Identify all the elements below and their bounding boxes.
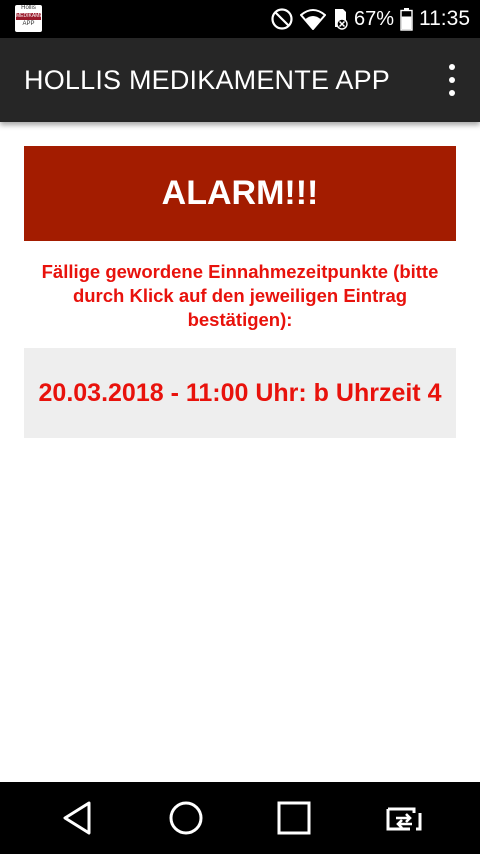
status-icons: 67% 11:35 [270, 0, 470, 38]
alarm-instruction: Fällige gewordene Einnahmezeitpunkte (bi… [41, 261, 439, 330]
app-notification-icon: Hollis MEDIKAMENTE APP [15, 5, 42, 32]
do-not-disturb-icon [271, 8, 293, 30]
wifi-icon [299, 9, 326, 30]
overflow-dot-icon [449, 90, 455, 96]
back-button[interactable] [57, 798, 97, 838]
app-icon-line-1: Hollis [21, 5, 36, 11]
battery-percent: 67% [353, 7, 394, 30]
home-icon [169, 801, 203, 835]
battery-icon [400, 8, 413, 31]
screen-switch-button[interactable] [384, 798, 424, 838]
status-clock: 11:35 [419, 7, 470, 30]
screen-switch-icon [386, 807, 422, 831]
back-icon [63, 801, 91, 835]
app-toolbar: HOLLIS MEDIKAMENTE APP [0, 38, 480, 122]
app-title: HOLLIS MEDIKAMENTE APP [24, 65, 390, 95]
home-button[interactable] [166, 798, 206, 838]
app-icon-line-2: MEDIKAMENTE [16, 13, 42, 20]
app-icon-line-3: APP [22, 21, 35, 27]
overflow-dot-icon [449, 64, 455, 70]
status-bar: Hollis MEDIKAMENTE APP 67% 11:35 [0, 0, 480, 38]
recents-icon [277, 801, 311, 835]
overflow-menu-button[interactable] [442, 64, 462, 96]
recents-button[interactable] [274, 798, 314, 838]
navigation-bar [0, 782, 480, 854]
due-intake-entry[interactable]: 20.03.2018 - 11:00 Uhr: b Uhrzeit 4 [24, 348, 456, 438]
sim-no-signal-icon [334, 9, 348, 30]
overflow-dot-icon [449, 77, 455, 83]
alarm-banner: ALARM!!! [24, 146, 456, 241]
